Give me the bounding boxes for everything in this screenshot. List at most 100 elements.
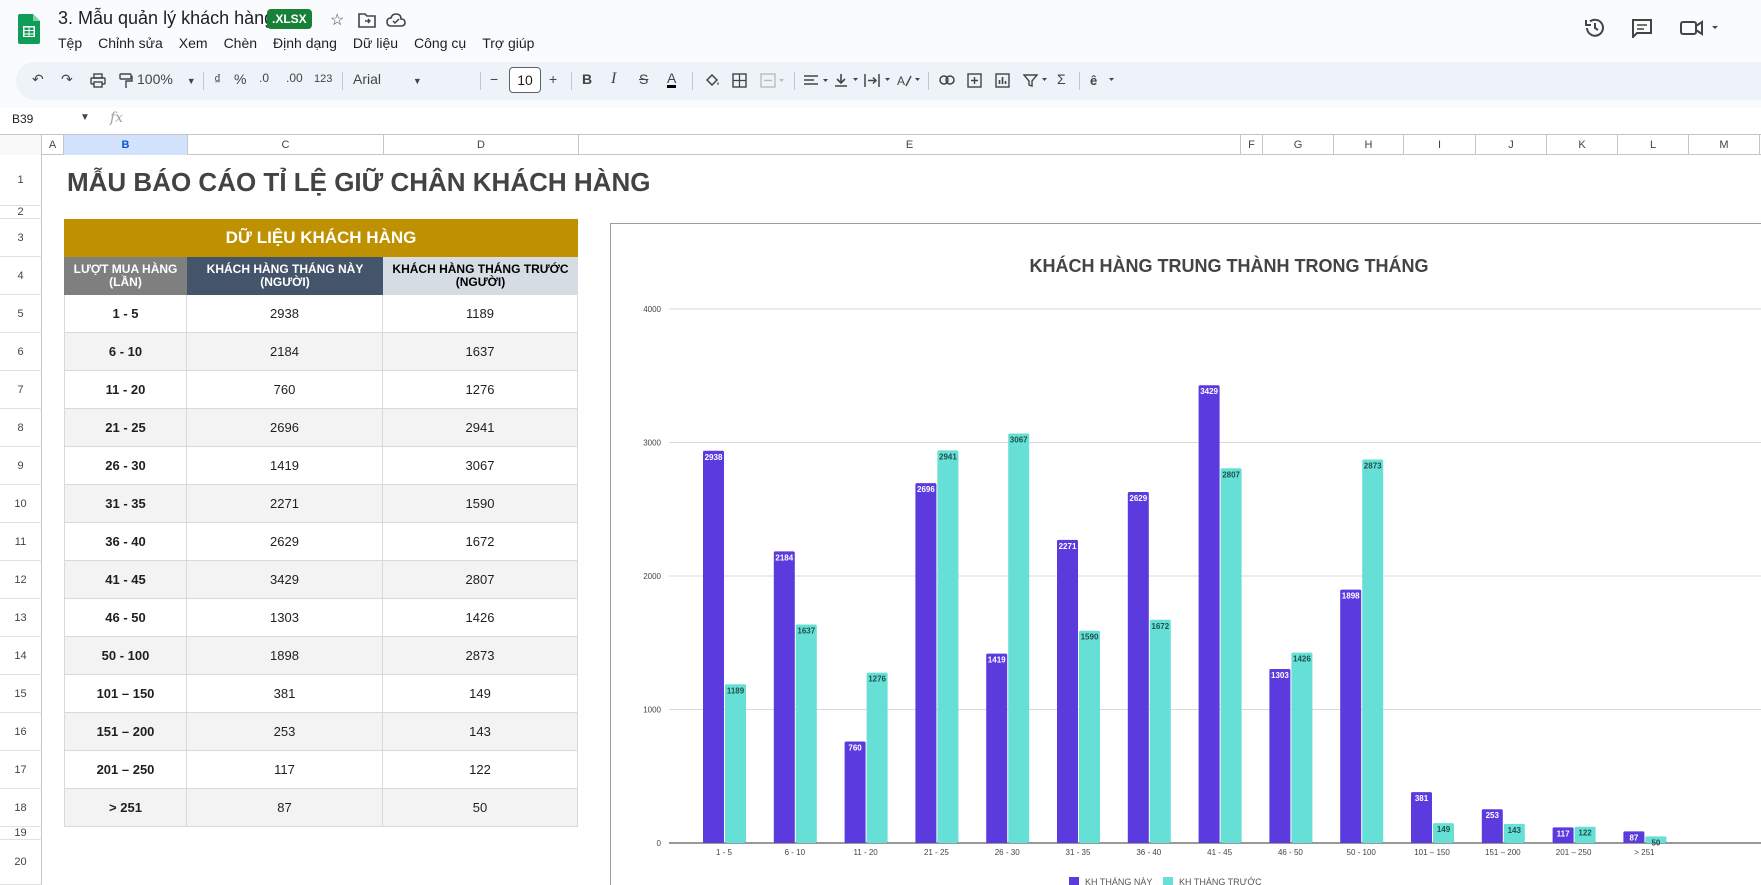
cell-this-month[interactable]: 117 xyxy=(187,751,383,788)
cell-this-month[interactable]: 253 xyxy=(187,713,383,750)
text-color-button[interactable]: A xyxy=(667,71,677,88)
text-wrapping-icon[interactable] xyxy=(864,73,894,88)
insert-comment-icon[interactable] xyxy=(967,73,982,88)
cloud-status-icon[interactable] xyxy=(386,12,406,28)
row-header-9[interactable]: 9 xyxy=(0,447,42,485)
row-header-6[interactable]: 6 xyxy=(0,333,42,371)
cell-last-month[interactable]: 143 xyxy=(383,713,578,750)
menu-help[interactable]: Trợ giúp xyxy=(482,35,542,51)
column-header-d[interactable]: D xyxy=(384,135,579,155)
row-header-17[interactable]: 17 xyxy=(0,751,42,789)
cell-last-month[interactable]: 3067 xyxy=(383,447,578,484)
functions-button[interactable]: Σ xyxy=(1057,71,1066,87)
cell-this-month[interactable]: 1303 xyxy=(187,599,383,636)
column-header-e[interactable]: E xyxy=(579,135,1241,155)
cell-purchase-range[interactable]: 36 - 40 xyxy=(64,523,187,560)
paint-format-icon[interactable] xyxy=(119,73,133,89)
version-history-icon[interactable] xyxy=(1584,17,1606,39)
cell-this-month[interactable]: 1419 xyxy=(187,447,383,484)
menu-view[interactable]: Xem xyxy=(179,35,216,51)
column-header-j[interactable]: J xyxy=(1476,135,1547,155)
cell-purchase-range[interactable]: 50 - 100 xyxy=(64,637,187,674)
cell-purchase-range[interactable]: 6 - 10 xyxy=(64,333,187,370)
row-header-8[interactable]: 8 xyxy=(0,409,42,447)
cell-this-month[interactable]: 2184 xyxy=(187,333,383,370)
filter-icon[interactable] xyxy=(1023,73,1051,88)
row-header-7[interactable]: 7 xyxy=(0,371,42,409)
menu-insert[interactable]: Chèn xyxy=(224,35,265,51)
cell-last-month[interactable]: 1590 xyxy=(383,485,578,522)
horizontal-align-icon[interactable] xyxy=(803,74,831,88)
cell-this-month[interactable]: 2938 xyxy=(187,295,383,332)
cell-last-month[interactable]: 1426 xyxy=(383,599,578,636)
cell-this-month[interactable]: 381 xyxy=(187,675,383,712)
row-header-15[interactable]: 15 xyxy=(0,675,42,713)
row-header-11[interactable]: 11 xyxy=(0,523,42,561)
star-icon[interactable]: ☆ xyxy=(330,10,344,30)
cell-this-month[interactable]: 1898 xyxy=(187,637,383,674)
cell-this-month[interactable]: 2629 xyxy=(187,523,383,560)
cell-this-month[interactable]: 760 xyxy=(187,371,383,408)
percent-format-button[interactable]: % xyxy=(234,71,246,87)
row-header-18[interactable]: 18 xyxy=(0,789,42,827)
cell-last-month[interactable]: 1189 xyxy=(383,295,578,332)
font-size-input[interactable]: 10 xyxy=(509,67,541,93)
cell-this-month[interactable]: 2271 xyxy=(187,485,383,522)
cell-purchase-range[interactable]: 1 - 5 xyxy=(64,295,187,332)
cell-last-month[interactable]: 149 xyxy=(383,675,578,712)
row-header-10[interactable]: 10 xyxy=(0,485,42,523)
cell-this-month[interactable]: 2696 xyxy=(187,409,383,446)
cell-last-month[interactable]: 2807 xyxy=(383,561,578,598)
menu-format[interactable]: Định dạng xyxy=(273,35,345,51)
name-box[interactable]: B39 xyxy=(12,112,33,126)
cell-purchase-range[interactable]: 46 - 50 xyxy=(64,599,187,636)
cell-this-month[interactable]: 3429 xyxy=(187,561,383,598)
currency-format-button[interactable]: ₫ xyxy=(214,71,221,87)
number-format-button[interactable]: 123 xyxy=(314,73,332,85)
cell-last-month[interactable]: 122 xyxy=(383,751,578,788)
merge-cells-icon[interactable] xyxy=(760,73,786,88)
column-header-m[interactable]: M xyxy=(1689,135,1760,155)
column-header-k[interactable]: K xyxy=(1547,135,1618,155)
document-title[interactable]: 3. Mẫu quản lý khách hàng xyxy=(58,8,274,29)
cell-purchase-range[interactable]: 201 – 250 xyxy=(64,751,187,788)
row-header-19[interactable]: 19 xyxy=(0,827,42,840)
row-header-13[interactable]: 13 xyxy=(0,599,42,637)
increase-decimal-button[interactable]: .00 xyxy=(286,71,303,85)
menu-data[interactable]: Dữ liệu xyxy=(353,35,406,51)
cell-purchase-range[interactable]: 26 - 30 xyxy=(64,447,187,484)
font-size-decrease-button[interactable]: − xyxy=(490,71,498,87)
fill-color-icon[interactable] xyxy=(704,72,720,88)
redo-icon[interactable]: ↷ xyxy=(61,71,73,88)
menu-tools[interactable]: Công cụ xyxy=(414,35,474,51)
input-tools-icon[interactable]: ê xyxy=(1089,73,1119,88)
sheet-grid[interactable]: MẪU BÁO CÁO TỈ LỆ GIỮ CHÂN KHÁCH HÀNG DỮ… xyxy=(42,155,1761,885)
move-to-folder-icon[interactable] xyxy=(358,12,376,28)
meet-icon[interactable] xyxy=(1680,20,1720,36)
cell-this-month[interactable]: 87 xyxy=(187,789,383,826)
decrease-decimal-button[interactable]: .0 xyxy=(259,71,269,85)
menu-file[interactable]: Tệp xyxy=(58,35,90,51)
row-header-12[interactable]: 12 xyxy=(0,561,42,599)
column-header-b[interactable]: B xyxy=(64,135,188,155)
row-header-14[interactable]: 14 xyxy=(0,637,42,675)
header-this-month[interactable]: KHÁCH HÀNG THÁNG NÀY (NGƯỜI) xyxy=(187,257,383,295)
row-header-4[interactable]: 4 xyxy=(0,257,42,295)
font-select[interactable]: Arial ▼ xyxy=(353,71,422,87)
insert-link-icon[interactable] xyxy=(939,74,955,86)
cell-purchase-range[interactable]: 101 – 150 xyxy=(64,675,187,712)
zoom-select[interactable]: 100% ▼ xyxy=(137,71,196,87)
cell-purchase-range[interactable]: 31 - 35 xyxy=(64,485,187,522)
font-size-increase-button[interactable]: + xyxy=(549,71,557,87)
cell-purchase-range[interactable]: 11 - 20 xyxy=(64,371,187,408)
menu-edit[interactable]: Chỉnh sửa xyxy=(98,35,171,51)
cell-purchase-range[interactable]: 41 - 45 xyxy=(64,561,187,598)
vertical-align-icon[interactable] xyxy=(834,73,862,88)
column-header-c[interactable]: C xyxy=(188,135,384,155)
cell-last-month[interactable]: 1637 xyxy=(383,333,578,370)
retention-chart[interactable]: KHÁCH HÀNG TRUNG THÀNH TRONG THÁNG 0 1000… xyxy=(610,223,1761,885)
cell-last-month[interactable]: 50 xyxy=(383,789,578,826)
sheet-title[interactable]: MẪU BÁO CÁO TỈ LỆ GIỮ CHÂN KHÁCH HÀNG xyxy=(67,167,650,198)
row-header-16[interactable]: 16 xyxy=(0,713,42,751)
sheets-logo-icon[interactable] xyxy=(18,14,40,44)
